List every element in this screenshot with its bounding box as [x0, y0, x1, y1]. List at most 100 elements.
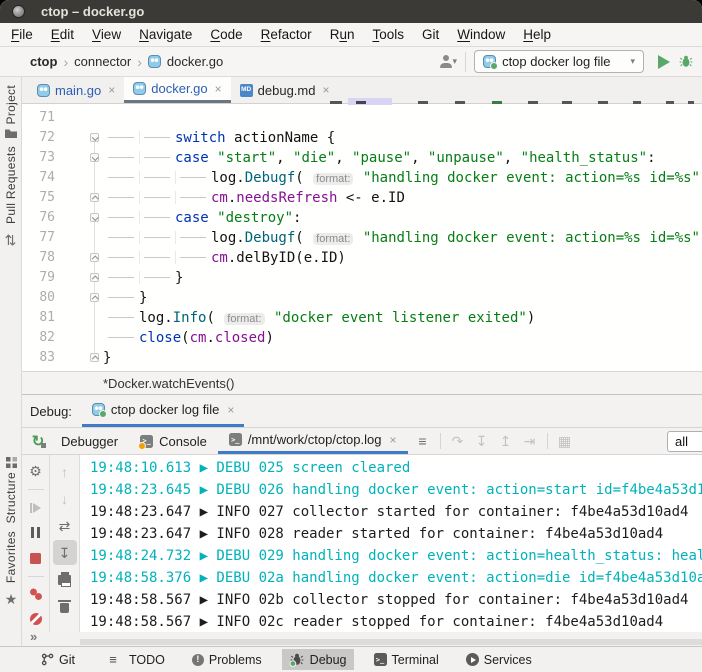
step-out-icon[interactable]: ↥ [495, 429, 517, 453]
log-filter-select[interactable]: all [667, 431, 702, 452]
close-icon[interactable]: × [227, 403, 234, 417]
scroll-end-icon-button[interactable]: ↧ [53, 540, 77, 565]
run-config-select[interactable]: ctop docker log file ▾ [474, 50, 644, 73]
log-output[interactable]: 19:48:10.613 ▶ DEBU 025 screen cleared19… [80, 455, 702, 632]
down-icon-button[interactable]: ↓ [53, 486, 77, 511]
stripe-item-structure[interactable]: Structure [0, 457, 22, 523]
horizontal-scrollbar[interactable] [80, 639, 702, 645]
console-tab-debugger[interactable]: Debugger [50, 428, 129, 454]
close-icon[interactable]: × [322, 83, 329, 97]
code-line: 80} [22, 288, 702, 308]
tab-whitespace [175, 191, 211, 204]
run-button[interactable] [658, 55, 670, 69]
menu-run[interactable]: Run [321, 25, 364, 44]
close-icon[interactable]: × [215, 82, 222, 96]
title-bar[interactable]: ctop – docker.go [0, 0, 702, 23]
menu-git[interactable]: Git [413, 25, 448, 44]
close-icon[interactable]: × [108, 83, 115, 97]
statusbar-item-debug[interactable]: Debug [282, 649, 354, 670]
debug-session-tab-label: ctop docker log file [111, 402, 219, 417]
parameter-hint: format: [313, 233, 353, 245]
token: } [139, 290, 147, 306]
token: "handling docker event: action=%s id=%s" [363, 170, 700, 186]
token: "health_status" [521, 150, 647, 166]
rerun-button[interactable]: ↻ [26, 429, 50, 453]
pause-icon-button[interactable] [24, 521, 48, 544]
console-tab-console[interactable]: >_Console [129, 428, 218, 454]
token: , [276, 150, 293, 166]
menu-refactor[interactable]: Refactor [252, 25, 321, 44]
step-over-icon[interactable]: ↷ [447, 429, 469, 453]
menu-help[interactable]: Help [514, 25, 560, 44]
resume-icon-button[interactable] [24, 496, 48, 519]
token: ( [295, 230, 312, 246]
method-breadcrumb[interactable]: *Docker.watchEvents() [22, 371, 702, 394]
line-number: 74 [22, 168, 55, 188]
token: } [103, 350, 111, 366]
user-avatar-icon[interactable]: ▾ [439, 55, 458, 68]
tab-whitespace [175, 231, 211, 244]
breadcrumb-item[interactable]: docker.go [167, 54, 223, 69]
statusbar-item-git[interactable]: Git [34, 650, 82, 670]
console-body: ⚙ ↑↓⇄↧ 19:48:10.613 ▶ DEBU 025 screen cl… [22, 455, 702, 632]
code-line: 74log.Debugf( format: "handling docker e… [22, 168, 702, 188]
restore-layout-icon[interactable]: ▦ [554, 429, 576, 453]
token [266, 310, 274, 326]
statusbar-item-services[interactable]: Services [459, 650, 539, 670]
stripe-item-pull-requests[interactable]: Pull Requests⇅ [0, 146, 21, 252]
tab-whitespace [103, 251, 139, 264]
fold-marker-icon[interactable] [90, 193, 99, 202]
menu-code[interactable]: Code [201, 25, 251, 44]
window-button-icon[interactable] [12, 5, 25, 18]
close-icon[interactable]: × [389, 433, 396, 447]
debug-session-tab[interactable]: ctop docker log file × [82, 395, 244, 427]
code-text: log.Info( format: "docker event listener… [103, 308, 535, 328]
fold-marker-icon[interactable] [90, 213, 99, 222]
menu-view[interactable]: View [83, 25, 130, 44]
statusbar-item-terminal[interactable]: >_Terminal [367, 650, 446, 670]
tab-whitespace [139, 151, 175, 164]
code-text: cm.needsRefresh <- e.ID [103, 188, 405, 208]
fold-marker-icon[interactable] [90, 273, 99, 282]
breadcrumb-item[interactable]: ctop [30, 54, 57, 69]
menu-file[interactable]: File [2, 25, 42, 44]
fold-marker-icon[interactable] [90, 253, 99, 262]
stop-icon-button[interactable] [24, 546, 48, 569]
token: needsRefresh [236, 190, 337, 206]
gopher-icon [148, 55, 161, 68]
more-icon[interactable]: » [30, 629, 37, 644]
menu-icon[interactable]: ≡ [412, 429, 434, 453]
up-icon-button[interactable]: ↑ [53, 459, 77, 484]
line-number: 72 [22, 128, 55, 148]
view-breakpoints-icon-button[interactable] [24, 583, 48, 606]
log-line: 19:48:58.567 ▶ INFO 02c reader stopped f… [90, 611, 702, 632]
toolbar-divider [547, 433, 548, 449]
tab-whitespace [103, 131, 139, 144]
statusbar-item-todo[interactable]: ≡TODO [95, 645, 172, 672]
menu-window[interactable]: Window [448, 25, 514, 44]
stripe-item-project[interactable]: Project [0, 85, 21, 138]
breadcrumb-item[interactable]: connector [74, 54, 131, 69]
clear-icon-button[interactable] [53, 594, 77, 619]
soft-wrap-icon-button[interactable]: ⇄ [53, 513, 77, 538]
run-to-cursor-icon[interactable]: ⇥ [519, 429, 541, 453]
debug-button[interactable] [678, 54, 694, 69]
fold-marker-icon[interactable] [90, 293, 99, 302]
print-icon-button[interactable] [53, 567, 77, 592]
menu-navigate[interactable]: Navigate [130, 25, 201, 44]
fold-marker-icon[interactable] [90, 153, 99, 162]
menu-tools[interactable]: Tools [363, 25, 413, 44]
stripe-item-favorites[interactable]: Favorites★ [0, 531, 22, 611]
fold-marker-icon[interactable] [90, 133, 99, 142]
menu-edit[interactable]: Edit [42, 25, 83, 44]
token: , [411, 150, 428, 166]
step-into-icon[interactable]: ↧ [471, 429, 493, 453]
breadcrumb-separator: › [63, 54, 68, 70]
code-editor[interactable]: 7172switch actionName {73case "start", "… [22, 104, 702, 371]
statusbar-item-problems[interactable]: !Problems [185, 650, 269, 670]
console-tab--mnt-work-ctop-ctop-log[interactable]: >_/mnt/work/ctop/ctop.log× [218, 428, 408, 454]
mute-breakpoints-icon-button[interactable] [24, 608, 48, 631]
wrench-icon-button[interactable]: ⚙ [24, 459, 48, 483]
token: ) [527, 310, 535, 326]
fold-marker-icon[interactable] [90, 353, 99, 362]
